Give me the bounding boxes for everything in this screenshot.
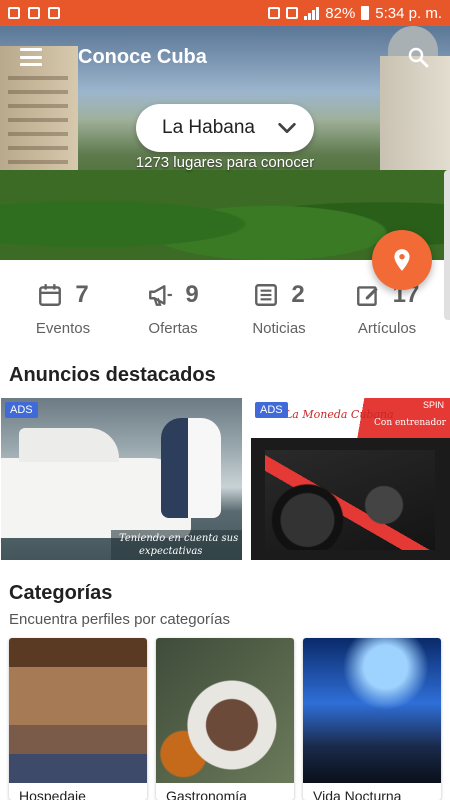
chevron-down-icon <box>278 122 296 134</box>
stat-value: 9 <box>185 281 199 308</box>
checklist-icon <box>48 7 60 19</box>
battery-icon <box>361 6 370 20</box>
ad-caption-line: Teniendo en cuenta sus <box>119 533 239 544</box>
app-bar: Conoce Cuba <box>0 26 450 88</box>
app-title: Conoce Cuba <box>78 45 207 68</box>
categories-title: Categorías <box>9 582 113 604</box>
calendar-icon <box>39 284 62 306</box>
status-bar: 82% 5:34 p. m. <box>0 0 450 26</box>
clock: 5:34 p. m. <box>375 4 442 22</box>
alarm-icon <box>268 7 281 19</box>
search-icon[interactable] <box>406 45 430 69</box>
stat-noticias[interactable]: 2 Noticias <box>224 278 334 337</box>
categories-subtitle: Encuentra perfiles por categorías <box>9 611 230 628</box>
stat-articulos[interactable]: 17 Artículos <box>332 278 442 337</box>
category-image <box>9 638 147 783</box>
stat-label: Eventos <box>35 320 91 337</box>
category-name: Hospedaje <box>19 788 86 800</box>
stat-label: Artículos <box>357 320 417 337</box>
ad-card-spin[interactable]: ADS La Moneda Cubana SPIN Con entrenador <box>251 398 450 560</box>
notification-icon <box>8 7 20 19</box>
signal-icon <box>304 6 320 20</box>
stat-ofertas[interactable]: 9 Ofertas <box>118 278 228 337</box>
ad-card-yacht[interactable]: ADS Teniendo en cuenta sus expectativas <box>1 398 242 560</box>
map-location-button[interactable] <box>372 230 432 290</box>
couple-image <box>161 418 221 518</box>
category-image <box>156 638 294 783</box>
city-selector[interactable]: La Habana <box>136 104 314 152</box>
stat-label: Noticias <box>252 320 306 337</box>
battery-percent: 82% <box>325 4 356 22</box>
megaphone-icon <box>149 285 173 306</box>
newspaper-icon <box>255 284 278 306</box>
flag-icon <box>28 7 40 19</box>
ad-subtitle: Con entrenador <box>374 418 446 428</box>
stat-value: 2 <box>291 281 305 308</box>
ads-badge: ADS <box>255 402 288 418</box>
stats-row: 7 Eventos 9 Ofertas 2 Noticias 17 Artícu… <box>0 278 450 348</box>
ad-tag: SPIN <box>422 400 444 410</box>
spin-bike-image <box>265 450 435 550</box>
notification-icons <box>8 7 60 19</box>
city-selector-label: La Habana <box>162 117 255 138</box>
places-count: 1273 lugares para conocer <box>135 154 315 171</box>
silent-icon <box>286 7 299 19</box>
category-name: Gastronomía <box>166 788 247 800</box>
category-name: Vida Nocturna <box>313 788 402 800</box>
menu-icon[interactable] <box>20 48 42 66</box>
stat-eventos[interactable]: 7 Eventos <box>8 278 118 337</box>
category-card-gastronomia[interactable]: Gastronomía <box>156 638 294 800</box>
category-card-vida-nocturna[interactable]: Vida Nocturna <box>303 638 441 800</box>
stat-value: 7 <box>75 281 89 308</box>
featured-ads-title: Anuncios destacados <box>9 364 216 386</box>
system-icons: 82% 5:34 p. m. <box>268 5 442 22</box>
edit-icon <box>356 286 378 306</box>
category-card-hospedaje[interactable]: Hospedaje <box>9 638 147 800</box>
ad-caption: Teniendo en cuenta sus expectativas <box>111 530 242 560</box>
category-image <box>303 638 441 783</box>
ads-badge: ADS <box>5 402 38 418</box>
ad-caption-line: expectativas <box>139 546 203 557</box>
stat-label: Ofertas <box>148 320 198 337</box>
location-pin-icon <box>394 249 410 271</box>
